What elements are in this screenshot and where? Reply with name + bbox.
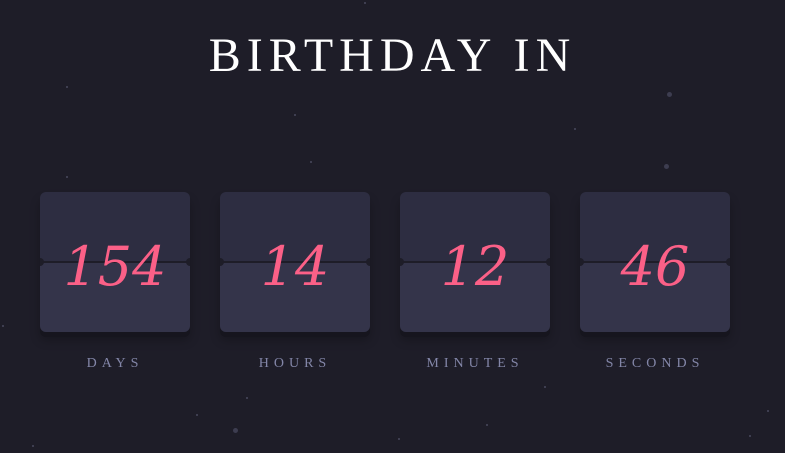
minutes-label: MINUTES: [426, 356, 524, 371]
flip-card-hours: 14: [220, 192, 370, 332]
star: [574, 128, 576, 130]
star: [32, 445, 34, 447]
star: [66, 176, 68, 178]
hours-label: HOURS: [258, 356, 332, 371]
star: [486, 424, 488, 426]
flip-card-seconds: 46: [580, 192, 730, 332]
star: [66, 86, 68, 88]
page-title: BIRTHDAY IN: [208, 29, 577, 82]
days-label: DAYS: [86, 356, 144, 371]
flip-card-days: 154: [40, 192, 190, 332]
countdown: 154 DAYS 14 HOURS 12 MINUTES 46 SECONDS: [40, 192, 745, 377]
countdown-seconds: 46 SECONDS: [580, 192, 730, 372]
star: [196, 414, 198, 416]
star: [310, 161, 312, 163]
star: [664, 164, 669, 169]
star: [2, 325, 4, 327]
star: [398, 438, 400, 440]
star: [294, 114, 296, 116]
hours-value: 14: [260, 235, 330, 298]
star: [246, 397, 248, 399]
seconds-value: 46: [620, 235, 690, 298]
days-value: 154: [63, 235, 167, 298]
star: [767, 410, 769, 412]
countdown-hours: 14 HOURS: [220, 192, 370, 372]
star: [749, 435, 751, 437]
star: [364, 2, 366, 4]
flip-card-minutes: 12: [400, 192, 550, 332]
star: [233, 428, 238, 433]
countdown-minutes: 12 MINUTES: [400, 192, 550, 372]
seconds-label: SECONDS: [605, 356, 705, 371]
countdown-days: 154 DAYS: [40, 192, 190, 372]
star: [544, 386, 546, 388]
star: [667, 92, 672, 97]
minutes-value: 12: [440, 235, 510, 298]
